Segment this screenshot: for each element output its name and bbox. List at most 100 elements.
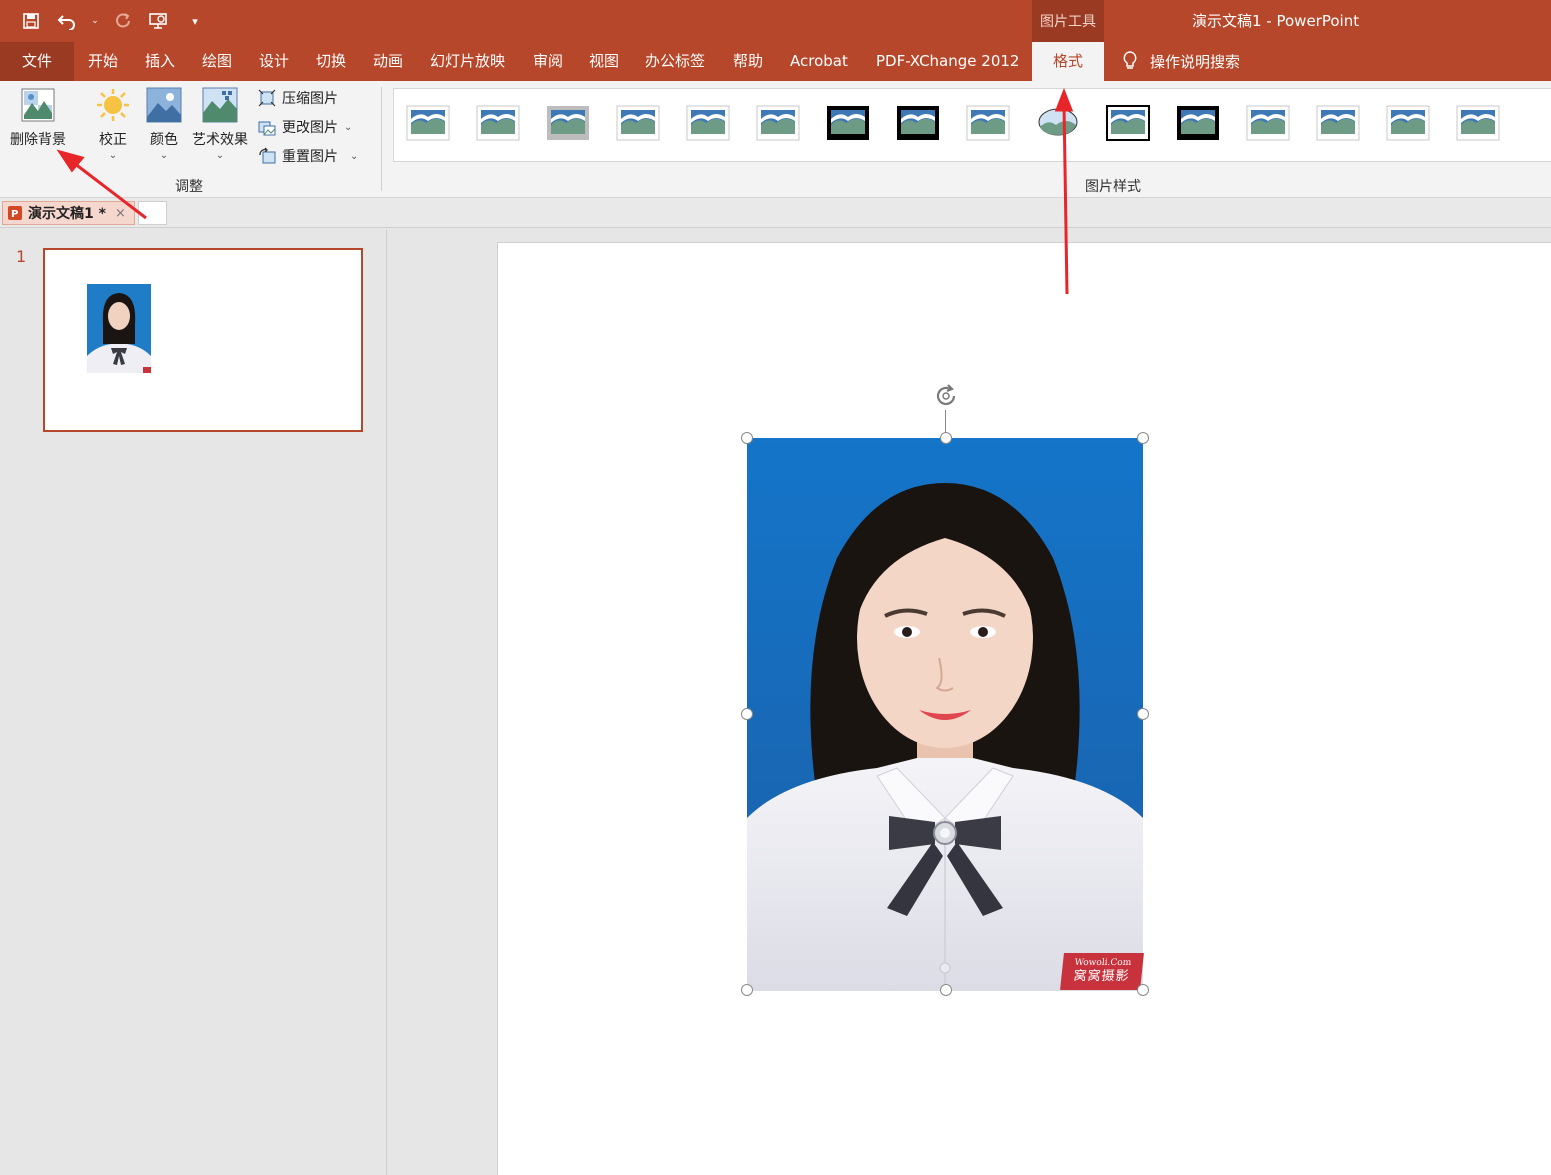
resize-handle-top-right[interactable] xyxy=(1137,432,1149,444)
corrections-button[interactable]: 校正 ⌄ xyxy=(95,87,131,161)
tab-review[interactable]: 审阅 xyxy=(533,42,563,81)
resize-handle-top[interactable] xyxy=(940,432,952,444)
change-picture-dropdown-icon: ⌄ xyxy=(344,121,353,133)
picture-style-14[interactable] xyxy=(1316,105,1360,141)
tab-slideshow[interactable]: 幻灯片放映 xyxy=(430,42,505,81)
resize-handle-bottom[interactable] xyxy=(940,984,952,996)
tell-me-search[interactable]: 操作说明搜索 xyxy=(1122,42,1240,81)
reset-picture-button[interactable]: 重置图片 ⌄ xyxy=(258,146,358,166)
selected-picture[interactable] xyxy=(747,438,1143,991)
tab-file[interactable]: 文件 xyxy=(0,42,74,81)
slide-number: 1 xyxy=(16,247,27,266)
picture-style-3[interactable] xyxy=(546,105,590,141)
picture-style-7[interactable] xyxy=(826,105,870,141)
present-icon[interactable] xyxy=(146,8,172,34)
picture-style-11[interactable] xyxy=(1106,105,1150,141)
picture-style-6[interactable] xyxy=(756,105,800,141)
title-bar: ⌄ ▾ 图片工具 演示文稿1 - PowerPoint xyxy=(0,0,1551,42)
compress-icon xyxy=(258,89,276,107)
change-picture-label: 更改图片 xyxy=(282,120,338,136)
color-dropdown-icon: ⌄ xyxy=(159,150,169,161)
tab-help[interactable]: 帮助 xyxy=(733,42,763,81)
undo-dropdown-icon[interactable]: ⌄ xyxy=(90,8,100,34)
tab-view[interactable]: 视图 xyxy=(589,42,619,81)
color-icon xyxy=(146,87,182,123)
tell-me-label: 操作说明搜索 xyxy=(1150,53,1241,71)
close-tab-icon[interactable]: × xyxy=(115,206,126,221)
quick-access-toolbar: ⌄ ▾ xyxy=(18,8,208,34)
tab-animations[interactable]: 动画 xyxy=(373,42,403,81)
corrections-dropdown-icon: ⌄ xyxy=(108,150,118,161)
photographer-watermark: Wowoli.Com 窝窝摄影 xyxy=(1060,953,1144,990)
watermark-studio: 窝窝摄影 xyxy=(1072,969,1131,984)
slide-thumbnail[interactable] xyxy=(43,248,363,432)
picture-styles-gallery[interactable] xyxy=(393,88,1551,162)
corrections-label: 校正 xyxy=(99,132,127,148)
adjust-group-label: 调整 xyxy=(175,179,203,195)
color-label: 颜色 xyxy=(150,132,178,148)
lightbulb-icon xyxy=(1122,50,1138,74)
picture-style-8[interactable] xyxy=(896,105,940,141)
resize-handle-left[interactable] xyxy=(741,708,753,720)
thumbnail-portrait-image xyxy=(87,284,151,373)
tab-insert[interactable]: 插入 xyxy=(145,42,175,81)
reset-picture-label: 重置图片 xyxy=(282,149,338,165)
ribbon-tabs: 文件 开始 插入 绘图 设计 切换 动画 幻灯片放映 审阅 视图 办公标签 帮助… xyxy=(0,42,1551,81)
document-tab-label: 演示文稿1 * xyxy=(28,206,106,222)
picture-style-15[interactable] xyxy=(1386,105,1430,141)
picture-style-13[interactable] xyxy=(1246,105,1290,141)
slide-thumbnails-pane: 1 xyxy=(0,229,387,1175)
tab-transitions[interactable]: 切换 xyxy=(316,42,346,81)
color-button[interactable]: 颜色 ⌄ xyxy=(146,87,182,161)
portrait-photo xyxy=(747,438,1143,991)
change-picture-button[interactable]: 更改图片 ⌄ xyxy=(258,117,352,137)
tab-pdf-xchange[interactable]: PDF-XChange 2012 xyxy=(876,42,1019,81)
artistic-effects-label: 艺术效果 xyxy=(192,132,248,148)
picture-tools-label: 图片工具 xyxy=(1032,0,1104,42)
sun-icon xyxy=(97,89,129,121)
picture-style-2[interactable] xyxy=(476,105,520,141)
document-tab[interactable]: P 演示文稿1 * × xyxy=(2,201,135,225)
remove-background-icon xyxy=(21,88,55,122)
new-tab-button[interactable] xyxy=(138,201,167,225)
resize-handle-right[interactable] xyxy=(1137,708,1149,720)
group-separator xyxy=(381,87,382,191)
resize-handle-bottom-left[interactable] xyxy=(741,984,753,996)
artistic-effects-button[interactable]: 艺术效果 ⌄ xyxy=(192,87,248,161)
reset-picture-dropdown-icon: ⌄ xyxy=(350,150,359,162)
window-title: 演示文稿1 - PowerPoint xyxy=(1192,12,1360,30)
picture-style-9[interactable] xyxy=(966,105,1010,141)
customize-qat-icon[interactable]: ▾ xyxy=(182,8,208,34)
picture-style-1[interactable] xyxy=(406,105,450,141)
picture-styles-group-label: 图片样式 xyxy=(1085,179,1141,195)
picture-style-10[interactable] xyxy=(1036,105,1080,141)
reset-picture-icon xyxy=(259,147,276,164)
picture-style-5[interactable] xyxy=(686,105,730,141)
rotate-handle-icon[interactable] xyxy=(930,380,962,412)
document-tab-strip: P 演示文稿1 * × xyxy=(0,198,1551,228)
compress-label: 压缩图片 xyxy=(282,91,338,107)
watermark-url: Wowoli.Com xyxy=(1074,958,1132,968)
picture-style-16[interactable] xyxy=(1456,105,1500,141)
powerpoint-file-icon: P xyxy=(8,206,22,220)
tab-draw[interactable]: 绘图 xyxy=(202,42,232,81)
remove-background-label: 删除背景 xyxy=(10,132,66,148)
tab-office-tab[interactable]: 办公标签 xyxy=(645,42,705,81)
compress-pictures-button[interactable]: 压缩图片 xyxy=(258,88,338,108)
tab-home[interactable]: 开始 xyxy=(88,42,118,81)
undo-icon[interactable] xyxy=(54,8,80,34)
ribbon: 删除背景 校正 ⌄ 颜色 ⌄ 艺术效果 ⌄ 压缩图片 更改图片 ⌄ 重置图片 ⌄… xyxy=(0,81,1551,198)
save-icon[interactable] xyxy=(18,8,44,34)
resize-handle-top-left[interactable] xyxy=(741,432,753,444)
resize-handle-bottom-right[interactable] xyxy=(1137,984,1149,996)
picture-style-4[interactable] xyxy=(616,105,660,141)
change-picture-icon xyxy=(258,121,276,136)
remove-background-button[interactable]: 删除背景 xyxy=(10,87,66,149)
artistic-effects-dropdown-icon: ⌄ xyxy=(215,150,225,161)
picture-style-12[interactable] xyxy=(1176,105,1220,141)
svg-text:P: P xyxy=(11,209,18,220)
tab-acrobat[interactable]: Acrobat xyxy=(790,42,848,81)
tab-design[interactable]: 设计 xyxy=(259,42,289,81)
redo-icon[interactable] xyxy=(110,8,136,34)
tab-format[interactable]: 格式 xyxy=(1032,42,1104,81)
